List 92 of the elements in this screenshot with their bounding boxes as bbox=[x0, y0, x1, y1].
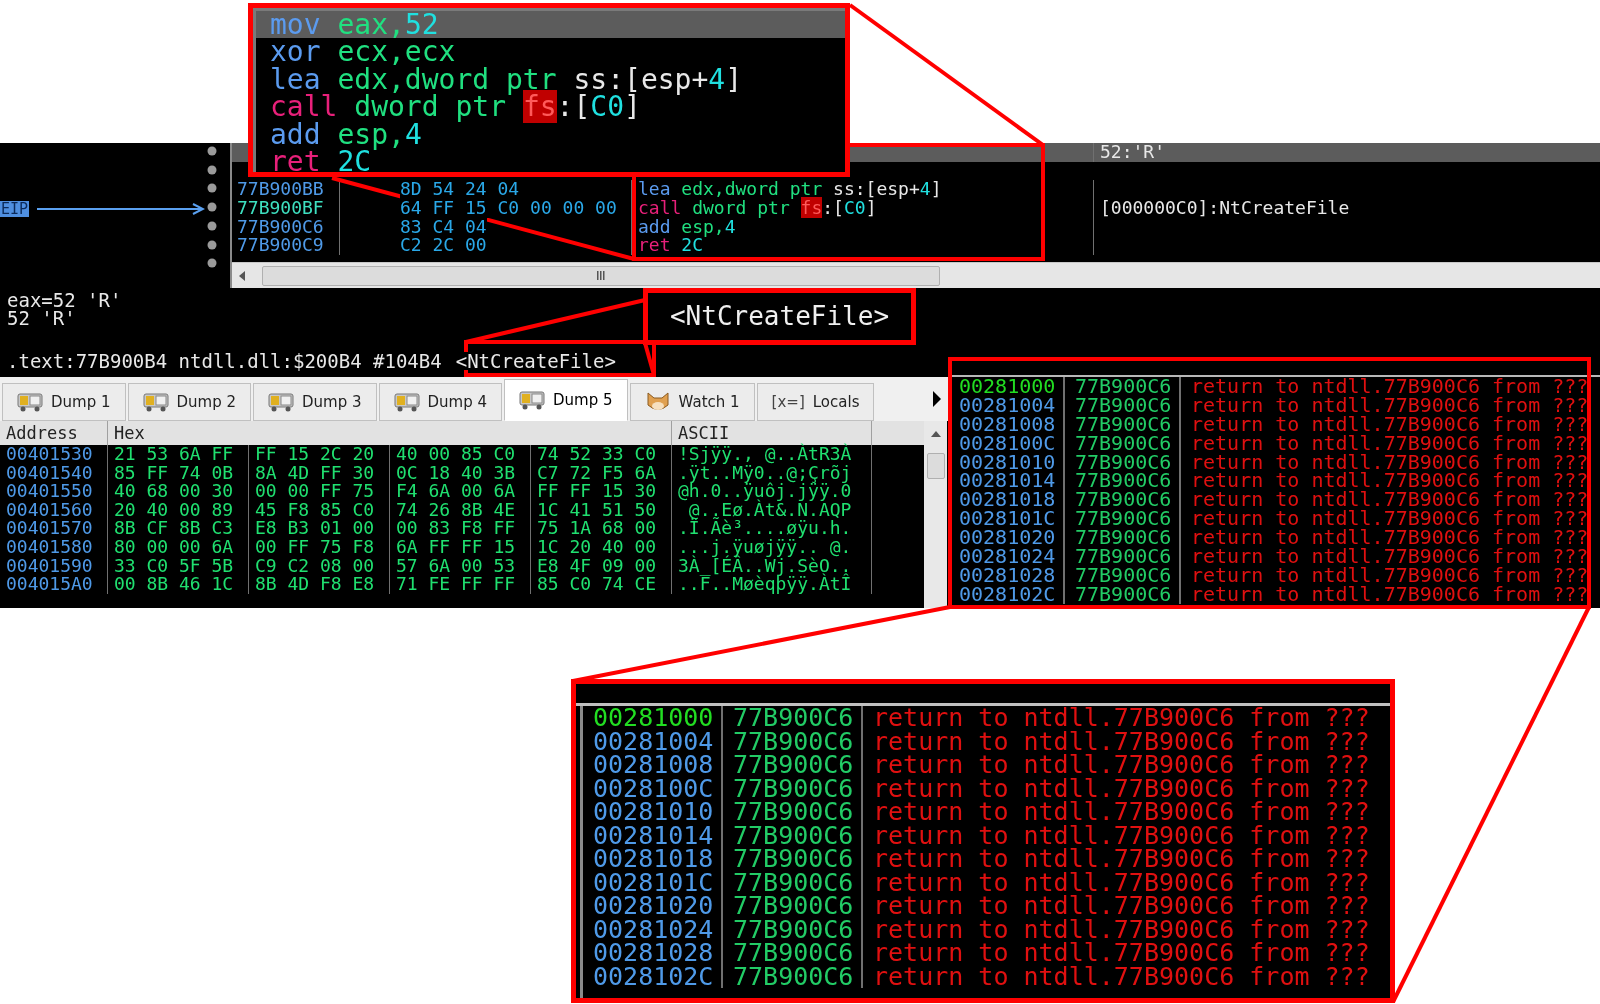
tab[interactable]: Dump 4 bbox=[378, 383, 503, 421]
hex-cell: FF FF 15 30 bbox=[531, 482, 672, 501]
hex-cell: F4 6A 00 6A bbox=[390, 482, 531, 501]
comment-cell: return to ntdll.77B900C6 from ??? bbox=[873, 844, 1370, 873]
register-info: 52 'R' bbox=[7, 309, 76, 327]
grip-icon bbox=[596, 271, 606, 280]
hex-cell: 20 40 00 89 bbox=[108, 500, 249, 520]
hex-cell: 1C 41 51 50 bbox=[531, 500, 672, 520]
hex-cell: 74 26 8B 4E bbox=[390, 500, 531, 520]
comment-cell: [000000C0]:NtCreateFile bbox=[1100, 197, 1350, 219]
breakpoint-dot bbox=[207, 183, 217, 194]
hex-cell: 45 F8 85 C0 bbox=[249, 500, 390, 520]
hex-cell: 8A 4D FF 30 bbox=[249, 463, 390, 483]
hex-cell: 6A FF FF 15 bbox=[390, 537, 531, 557]
horizontal-scrollbar[interactable] bbox=[232, 262, 1600, 288]
ascii-cell: .ÿt..Mÿ0..@;Çrõj bbox=[672, 463, 872, 483]
scroll-left-icon bbox=[237, 269, 247, 282]
hex-cell: E8 B3 01 00 bbox=[249, 519, 390, 538]
right-arrow-icon bbox=[932, 391, 942, 407]
scroll-up-icon bbox=[929, 429, 942, 439]
hex-cell: C7 72 F5 6A bbox=[531, 463, 672, 483]
address-cell: 00401570 bbox=[0, 519, 108, 538]
breakpoint-dot bbox=[207, 164, 217, 175]
hex-cell: 8B CF 8B C3 bbox=[108, 519, 249, 538]
bytes-cell: 64 FF 15 C0 00 00 00 bbox=[400, 197, 617, 219]
address-cell: 00401590 bbox=[0, 556, 108, 576]
instruction-text: add esp,4 bbox=[638, 215, 736, 237]
breakpoint-dot bbox=[207, 239, 217, 250]
hex-cell: 40 00 85 C0 bbox=[390, 445, 531, 464]
tab[interactable]: Dump 3 bbox=[253, 383, 377, 421]
address-cell: 00401540 bbox=[0, 463, 108, 483]
hex-cell: 21 53 6A FF bbox=[108, 445, 249, 464]
animal-head-icon bbox=[644, 391, 671, 413]
location-text: .text:77B900B4 ntdll.dll:$200B4 #104B4 bbox=[7, 352, 442, 370]
hex-cell: 71 FE FF FF bbox=[390, 575, 531, 594]
address-cell: 00401560 bbox=[0, 500, 108, 520]
column-header[interactable]: Address bbox=[0, 421, 108, 445]
instruction-text: lea edx,dword ptr ss:[esp+4] bbox=[638, 178, 942, 200]
column-header[interactable]: Hex bbox=[108, 421, 672, 445]
ascii-cell: !Sjÿÿ., @..ÀtR3À bbox=[672, 445, 872, 464]
ascii-cell: .Ï.Ãè³....øÿu.h. bbox=[672, 519, 872, 538]
symbol-text: <NtCreateFile> bbox=[455, 352, 616, 370]
address-cell: 004015A0 bbox=[0, 575, 108, 594]
hex-cell: 0C 18 40 3B bbox=[390, 463, 531, 483]
ascii-cell: ...j.ÿuøjÿÿ.. @. bbox=[672, 537, 872, 557]
hex-cell: C9 C2 08 00 bbox=[249, 556, 390, 576]
instruction-text: ret 2C bbox=[638, 234, 704, 256]
hex-cell: 00 FF 75 F8 bbox=[249, 537, 390, 557]
tab[interactable]: Watch 1 bbox=[629, 383, 755, 421]
register-info: eax=52 'R' bbox=[7, 291, 122, 309]
hex-cell: 33 C0 5F 5B bbox=[108, 556, 249, 576]
tab[interactable]: [x=] Locals bbox=[756, 383, 875, 421]
tab[interactable]: Dump 2 bbox=[127, 383, 252, 421]
eip-label: EIP bbox=[0, 201, 30, 218]
memory-icon bbox=[17, 392, 43, 412]
hex-cell: 8B 4D F8 E8 bbox=[249, 575, 390, 594]
hex-cell: 00 83 F8 FF bbox=[390, 519, 531, 538]
hex-cell: 1C 20 40 00 bbox=[531, 537, 672, 557]
address-cell: 00401530 bbox=[0, 445, 108, 464]
breakpoint-dot bbox=[207, 146, 217, 156]
hex-cell: 85 C0 74 CE bbox=[531, 575, 672, 594]
comment-cell: return to ntdll.77B900C6 from ??? bbox=[873, 706, 1370, 732]
memory-icon bbox=[393, 392, 420, 412]
address-cell: 00401550 bbox=[0, 482, 108, 501]
scrollbar-thumb[interactable] bbox=[262, 265, 940, 286]
hex-cell: 85 FF 74 0B bbox=[108, 463, 249, 483]
breakpoint-dot bbox=[207, 220, 217, 231]
symbol-text: <NtCreateFile> bbox=[669, 300, 890, 333]
tab[interactable]: Dump 1 bbox=[2, 383, 126, 421]
hex-cell: E8 4F 09 00 bbox=[531, 556, 672, 576]
hex-cell: 40 68 00 30 bbox=[108, 482, 249, 501]
memory-icon bbox=[519, 390, 546, 410]
hex-cell: 00 00 FF 75 bbox=[249, 482, 390, 501]
comment-cell: return to ntdll.77B900C6 from ??? bbox=[873, 797, 1370, 826]
ascii-cell: ..F..Møèqþÿÿ.ÀtÎ bbox=[672, 575, 872, 594]
tab[interactable]: Dump 5 bbox=[504, 379, 628, 421]
hex-cell: 75 1A 68 00 bbox=[531, 519, 672, 538]
memory-icon bbox=[142, 392, 169, 412]
breakpoint-dot bbox=[207, 202, 217, 213]
comment-cell: return to ntdll.77B900C6 from ??? bbox=[873, 750, 1370, 779]
comment-cell: return to ntdll.77B900C6 from ??? bbox=[873, 891, 1370, 920]
scrollbar-thumb[interactable] bbox=[926, 453, 945, 479]
hex-cell: FF 15 2C 20 bbox=[249, 445, 390, 464]
hex-cell: 57 6A 00 53 bbox=[390, 556, 531, 576]
hex-cell: 00 8B 46 1C bbox=[108, 575, 249, 594]
hex-cell: 80 00 00 6A bbox=[108, 537, 249, 557]
vertical-scrollbar[interactable] bbox=[924, 421, 947, 608]
ascii-cell: @h.0..ÿuôj.jÿÿ.0 bbox=[672, 482, 872, 501]
breakpoint-dot bbox=[207, 258, 217, 269]
hex-cell: 74 52 33 C0 bbox=[531, 445, 672, 464]
address-cell: 00401580 bbox=[0, 537, 108, 557]
memory-icon bbox=[268, 392, 295, 412]
